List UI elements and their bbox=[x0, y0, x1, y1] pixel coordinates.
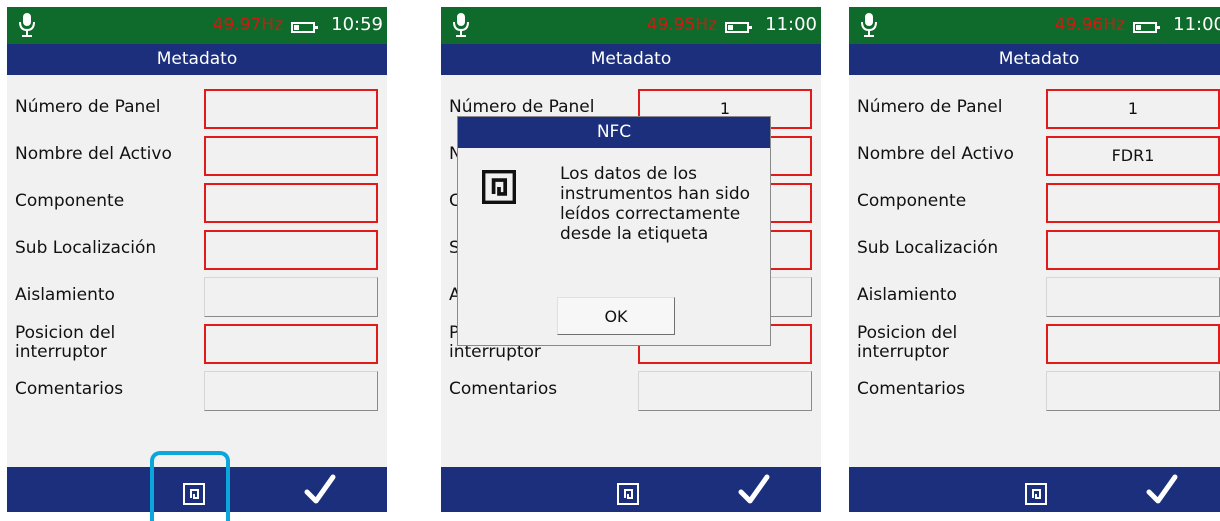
clock: 10:59 bbox=[331, 14, 383, 35]
field-row-insulation: Aislamiento bbox=[7, 277, 387, 317]
field-row-component: Componente bbox=[7, 183, 387, 223]
microphone-icon bbox=[859, 12, 879, 38]
device-screen-3: 49.96Hz 11:00 Metadato Número de Panel 1… bbox=[849, 7, 1220, 512]
dialog-title: NFC bbox=[458, 117, 770, 148]
battery-level bbox=[728, 25, 733, 30]
sublocation-label: Sub Localización bbox=[857, 238, 999, 258]
status-bar: 49.95Hz 11:00 bbox=[441, 7, 821, 44]
comments-input[interactable] bbox=[204, 371, 378, 411]
field-row-comments: Comentarios bbox=[441, 371, 821, 411]
field-row-breaker-position: Posicion del interruptor bbox=[849, 324, 1220, 364]
frequency-readout: 49.97Hz bbox=[212, 15, 283, 35]
sublocation-label: Sub Localización bbox=[15, 238, 157, 258]
insulation-input[interactable] bbox=[1046, 277, 1220, 317]
page-title: Metadato bbox=[441, 44, 821, 75]
field-row-comments: Comentarios bbox=[7, 371, 387, 411]
component-label: Componente bbox=[857, 191, 967, 211]
nfc-icon bbox=[617, 483, 639, 505]
field-row-component: Componente bbox=[849, 183, 1220, 223]
bottom-toolbar bbox=[441, 467, 821, 512]
comments-label: Comentarios bbox=[449, 379, 558, 399]
nfc-read-button[interactable] bbox=[1025, 483, 1047, 505]
sublocation-input[interactable] bbox=[1046, 230, 1220, 270]
field-row-insulation: Aislamiento bbox=[849, 277, 1220, 317]
confirm-button[interactable] bbox=[1145, 473, 1179, 507]
microphone-icon bbox=[17, 12, 37, 38]
asset-name-label: Nombre del Activo bbox=[15, 144, 172, 164]
sublocation-input[interactable] bbox=[204, 230, 378, 270]
device-screen-2: 49.95Hz 11:00 Metadato Número de Panel 1… bbox=[441, 7, 821, 512]
field-row-sublocation: Sub Localización bbox=[7, 230, 387, 270]
nfc-icon bbox=[482, 170, 516, 204]
status-bar: 49.97Hz 10:59 bbox=[7, 7, 387, 44]
battery-icon bbox=[291, 22, 318, 33]
bottom-toolbar bbox=[849, 467, 1220, 512]
comments-input[interactable] bbox=[1046, 371, 1220, 411]
field-row-asset: Nombre del Activo bbox=[7, 136, 387, 176]
battery-icon bbox=[725, 22, 752, 33]
asset-name-label: Nombre del Activo bbox=[857, 144, 1014, 164]
field-row-panel: Número de Panel bbox=[7, 89, 387, 129]
breaker-position-label: Posicion del interruptor bbox=[15, 323, 116, 362]
field-row-asset: Nombre del Activo FDR1 bbox=[849, 136, 1220, 176]
breaker-position-input[interactable] bbox=[1046, 324, 1220, 364]
component-input[interactable] bbox=[1046, 183, 1220, 223]
panel-number-label: Número de Panel bbox=[449, 97, 595, 117]
microphone-icon bbox=[451, 12, 471, 38]
battery-level bbox=[1136, 25, 1141, 30]
breaker-position-label: Posicion del interruptor bbox=[857, 323, 958, 362]
asset-name-input[interactable] bbox=[204, 136, 378, 176]
field-row-sublocation: Sub Localización bbox=[849, 230, 1220, 270]
comments-input[interactable] bbox=[638, 371, 812, 411]
field-row-panel: Número de Panel 1 bbox=[849, 89, 1220, 129]
insulation-input[interactable] bbox=[204, 277, 378, 317]
frequency-readout: 49.95Hz bbox=[646, 15, 717, 35]
breaker-position-input[interactable] bbox=[204, 324, 378, 364]
component-label: Componente bbox=[15, 191, 125, 211]
dialog-message: Los datos de los instrumentos han sido l… bbox=[560, 164, 751, 244]
device-screen-1: 49.97Hz 10:59 Metadato Número de Panel N… bbox=[7, 7, 387, 512]
clock: 11:00 bbox=[765, 14, 817, 35]
asset-name-input[interactable]: FDR1 bbox=[1046, 136, 1220, 176]
comments-label: Comentarios bbox=[857, 379, 966, 399]
nfc-dialog: NFC Los datos de los instrumentos han si… bbox=[457, 116, 771, 346]
panel-number-label: Número de Panel bbox=[15, 97, 161, 117]
confirm-button[interactable] bbox=[303, 473, 337, 507]
panel-number-input[interactable] bbox=[204, 89, 378, 129]
panel-number-label: Número de Panel bbox=[857, 97, 1003, 117]
checkmark-icon bbox=[1145, 473, 1179, 507]
component-input[interactable] bbox=[204, 183, 378, 223]
checkmark-icon bbox=[303, 473, 337, 507]
nfc-icon bbox=[1025, 483, 1047, 505]
ok-button[interactable]: OK bbox=[557, 297, 675, 335]
confirm-button[interactable] bbox=[737, 473, 771, 507]
page-title: Metadato bbox=[7, 44, 387, 75]
insulation-label: Aislamiento bbox=[15, 285, 115, 305]
field-row-breaker-position: Posicion del interruptor bbox=[7, 324, 387, 364]
comments-label: Comentarios bbox=[15, 379, 124, 399]
clock: 11:00 bbox=[1173, 14, 1220, 35]
insulation-label: Aislamiento bbox=[857, 285, 957, 305]
field-row-comments: Comentarios bbox=[849, 371, 1220, 411]
status-bar: 49.96Hz 11:00 bbox=[849, 7, 1220, 44]
battery-icon bbox=[1133, 22, 1160, 33]
checkmark-icon bbox=[737, 473, 771, 507]
page-title: Metadato bbox=[849, 44, 1220, 75]
panel-number-input[interactable]: 1 bbox=[1046, 89, 1220, 129]
battery-level bbox=[294, 25, 299, 30]
nfc-read-button[interactable] bbox=[617, 483, 639, 505]
frequency-readout: 49.96Hz bbox=[1054, 15, 1125, 35]
nfc-button-highlight bbox=[150, 451, 230, 521]
